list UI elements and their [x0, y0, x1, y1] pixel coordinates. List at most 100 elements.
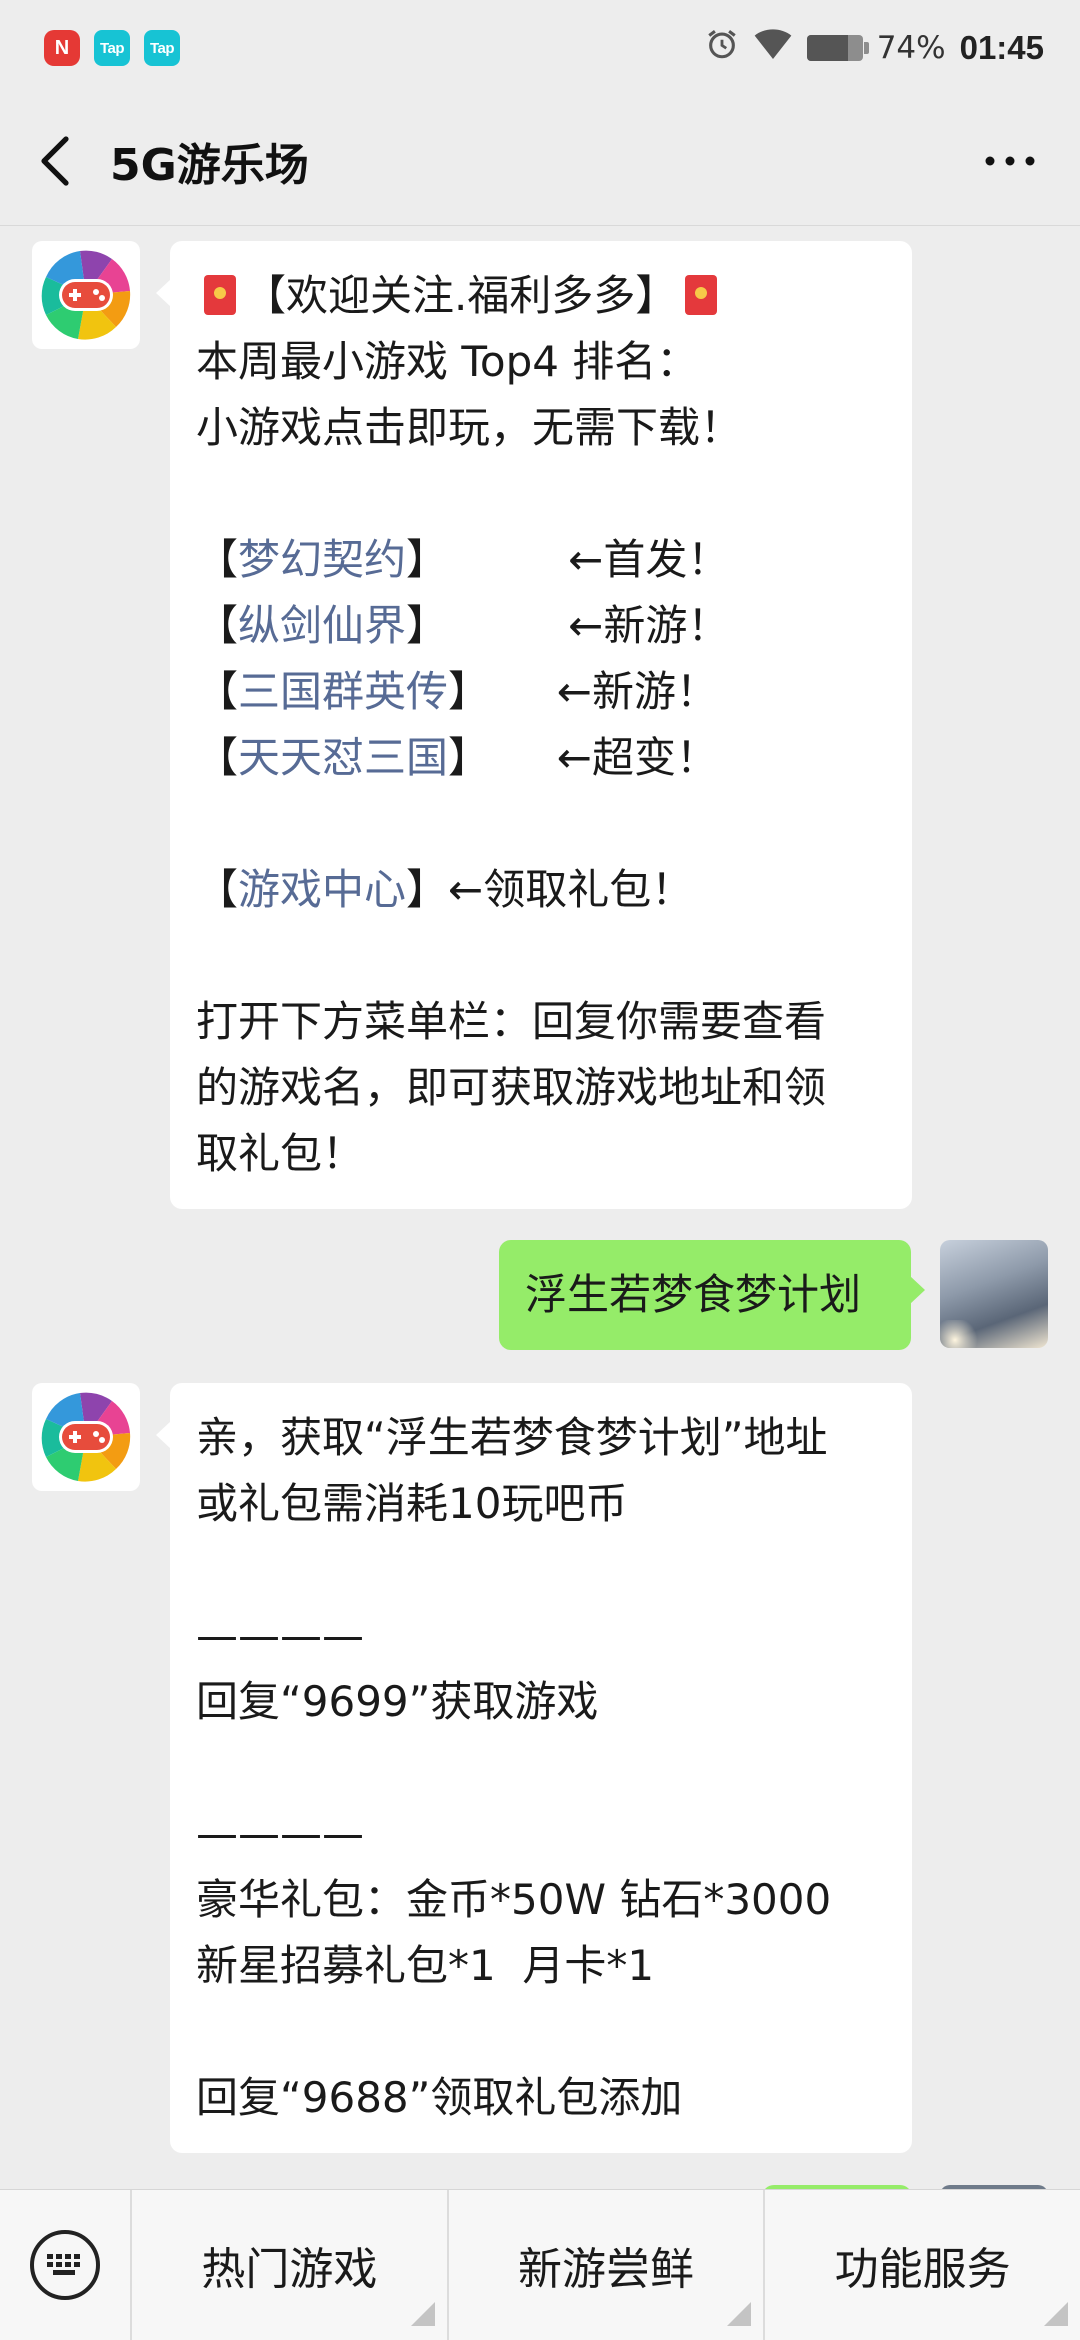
alarm-icon — [705, 27, 739, 69]
message-line: 小游戏点击即玩，无需下载！ — [196, 395, 886, 461]
game-link[interactable]: 游戏中心 — [238, 865, 406, 914]
game-link[interactable]: 天天怼三国 — [238, 733, 448, 782]
chat-header: 5G游乐场 — [0, 96, 1080, 226]
message-text: 或礼包需消耗10玩吧币 — [196, 1479, 628, 1528]
status-bar: N Tap Tap 74% 01:45 — [0, 0, 1080, 96]
page-title: 5G游乐场 — [110, 139, 309, 191]
message-text: 【 — [196, 865, 239, 914]
message-line: ———— — [196, 1801, 886, 1867]
message-line: 【三国群英传】 ←新游！ — [196, 659, 886, 725]
message-line: 回复“9688”领取礼包添加 — [196, 2065, 886, 2131]
game-logo-icon — [41, 250, 131, 340]
message-text — [196, 469, 209, 518]
menu-label: 热门游戏 — [201, 2244, 378, 2295]
message-line: 或礼包需消耗10玩吧币 — [196, 1471, 886, 1537]
message-text: 豪华礼包：金币*50W 钻石*3000 — [196, 1875, 832, 1924]
message-text: 【 — [196, 535, 239, 584]
message-text: 新星招募礼包*1 月卡*1 — [196, 1941, 655, 1990]
message-line: 【梦幻契约】 ←首发！ — [196, 527, 886, 593]
message-line: 【天天怼三国】 ←超变！ — [196, 725, 886, 791]
message-text — [196, 1743, 209, 1792]
message-text: 取礼包！ — [196, 1129, 365, 1178]
message-line — [196, 1735, 886, 1801]
message-line — [196, 461, 886, 527]
keyboard-toggle-button[interactable] — [0, 2190, 130, 2340]
message-text: 】 ←新游！ — [406, 601, 730, 650]
message-text: 【欢迎关注.福利多多】 — [244, 271, 678, 320]
menu-new-games[interactable]: 新游尝鲜 — [446, 2190, 764, 2340]
keyboard-icon — [30, 2230, 100, 2300]
battery-percent: 74% — [876, 30, 946, 66]
wifi-icon — [753, 27, 793, 69]
message-text: 回复“9688”领取礼包添加 — [196, 2073, 683, 2122]
message-line: 本周最小游戏 Top4 排名： — [196, 329, 886, 395]
taptap-icon: Tap — [144, 30, 180, 66]
message-text: ———— — [196, 1809, 364, 1858]
message-text — [196, 799, 209, 848]
battery-icon — [806, 35, 869, 61]
game-link[interactable]: 纵剑仙界 — [238, 601, 406, 650]
submenu-indicator-icon — [727, 2302, 752, 2326]
clock: 01:45 — [959, 29, 1044, 66]
menu-label: 功能服务 — [834, 2244, 1011, 2295]
message-line: 浮生若梦食梦计划 — [525, 1262, 885, 1328]
message-text: ———— — [196, 1611, 364, 1660]
message-text — [196, 931, 209, 980]
message-text: 的游戏名，即可获取游戏地址和领 — [196, 1063, 827, 1112]
message-line — [196, 791, 886, 857]
message-text — [196, 2007, 209, 2056]
message-line: 【欢迎关注.福利多多】 — [196, 263, 886, 329]
bottom-menu-bar: 热门游戏 新游尝鲜 功能服务 — [0, 2189, 1080, 2340]
chat-area[interactable]: 【欢迎关注.福利多多】 本周最小游戏 Top4 排名： 小游戏点击即玩，无需下载！ … — [0, 227, 1080, 2189]
notification-icons: N Tap Tap — [44, 30, 180, 66]
message-text: 亲，获取“浮生若梦食梦计划”地址 — [196, 1413, 828, 1462]
official-account-avatar[interactable] — [32, 241, 140, 349]
message-bubble-self[interactable]: 浮生若梦食梦计划 — [499, 1240, 925, 1350]
netease-music-icon: N — [44, 30, 80, 66]
chevron-left-icon — [41, 135, 69, 186]
message-line: 回复“9699”获取游戏 — [196, 1669, 886, 1735]
game-link[interactable]: 梦幻契约 — [238, 535, 406, 584]
message-text: 】←领取礼包！ — [406, 865, 694, 914]
more-dots-icon — [985, 156, 1035, 166]
message-line: 的游戏名，即可获取游戏地址和领 — [196, 1055, 886, 1121]
message-line: 取礼包！ — [196, 1121, 886, 1187]
message-text — [196, 1545, 209, 1594]
menu-services[interactable]: 功能服务 — [763, 2190, 1080, 2340]
user-avatar[interactable] — [940, 1240, 1048, 1348]
message-text: 【 — [196, 733, 239, 782]
message-text: 小游戏点击即玩，无需下载！ — [196, 403, 743, 452]
message-text: 【 — [196, 601, 239, 650]
message-line: 打开下方菜单栏：回复你需要查看 — [196, 989, 886, 1055]
message-line: 【游戏中心】←领取礼包！ — [196, 857, 886, 923]
back-button[interactable] — [6, 111, 106, 211]
message-text: 【 — [196, 667, 239, 716]
message-bubble-reply[interactable]: 亲，获取“浮生若梦食梦计划”地址 或礼包需消耗10玩吧币 ———— 回复“9699”… — [156, 1383, 912, 2153]
official-account-avatar[interactable] — [32, 1383, 140, 1491]
message-text: 本周最小游戏 Top4 排名： — [196, 337, 699, 386]
message-line — [196, 1537, 886, 1603]
message-line — [196, 1999, 886, 2065]
red-envelope-icon — [685, 275, 718, 315]
message-line — [196, 923, 886, 989]
message-text: 】 ←首发！ — [406, 535, 730, 584]
message-text: 】 ←超变！ — [448, 733, 718, 782]
message-bubble-welcome[interactable]: 【欢迎关注.福利多多】 本周最小游戏 Top4 排名： 小游戏点击即玩，无需下载！ … — [156, 241, 912, 1209]
submenu-indicator-icon — [1044, 2302, 1069, 2326]
message-line: 豪华礼包：金币*50W 钻石*3000 — [196, 1867, 886, 1933]
menu-hot-games[interactable]: 热门游戏 — [130, 2190, 447, 2340]
submenu-indicator-icon — [410, 2302, 435, 2326]
message-text: 回复“9699”获取游戏 — [196, 1677, 599, 1726]
message-line: ———— — [196, 1603, 886, 1669]
message-text: 】 ←新游！ — [448, 667, 718, 716]
menu-label: 新游尝鲜 — [518, 2244, 694, 2295]
message-text: 打开下方菜单栏：回复你需要查看 — [196, 997, 827, 1046]
message-line: 【纵剑仙界】 ←新游！ — [196, 593, 886, 659]
more-button[interactable] — [960, 111, 1060, 211]
red-envelope-icon — [204, 275, 236, 315]
message-text: 浮生若梦食梦计划 — [525, 1270, 862, 1319]
taptap-icon: Tap — [94, 30, 130, 66]
message-line: 亲，获取“浮生若梦食梦计划”地址 — [196, 1405, 886, 1471]
game-link[interactable]: 三国群英传 — [238, 667, 448, 716]
game-logo-icon — [41, 1392, 131, 1482]
